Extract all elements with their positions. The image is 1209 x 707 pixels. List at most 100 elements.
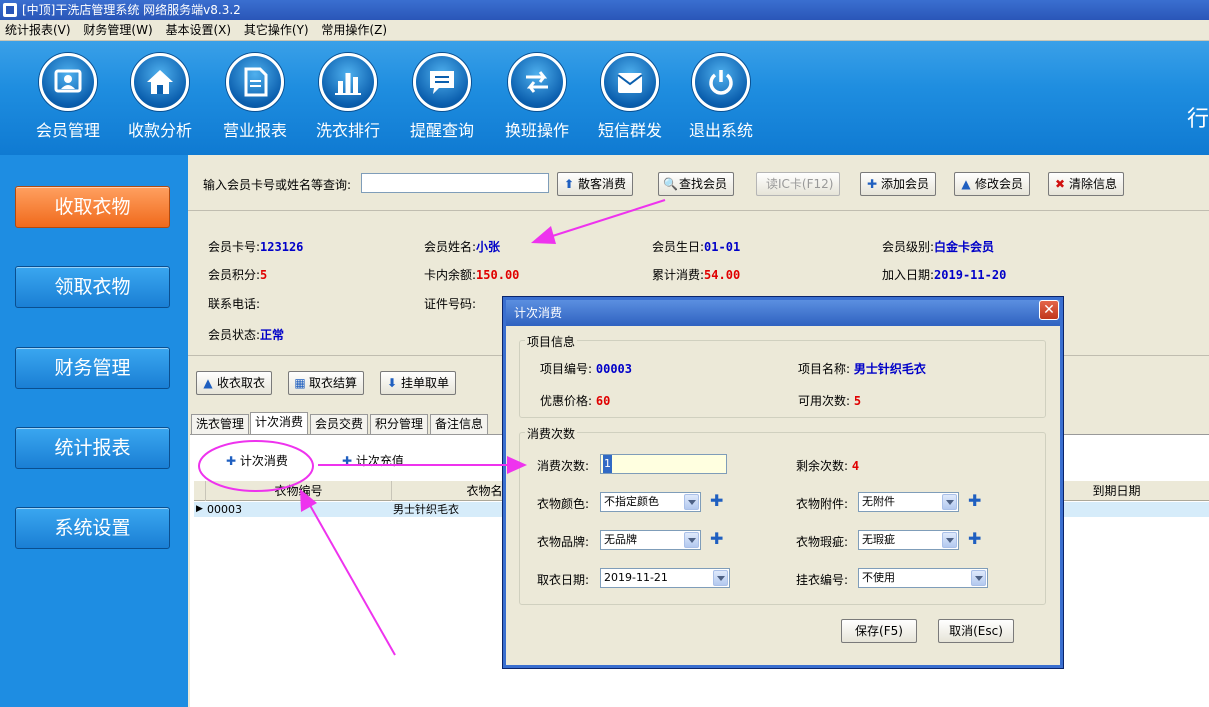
document-icon: [244, 67, 268, 97]
sidebar-item-settings[interactable]: 系统设置: [15, 507, 170, 549]
clear-info-button[interactable]: ✖ 清除信息: [1048, 172, 1125, 196]
member-status-field: 会员状态:正常: [208, 328, 285, 342]
settle-button[interactable]: ▦ 取衣结算: [288, 371, 365, 395]
arrow-down-icon: ⬇: [386, 376, 398, 390]
sidebar-item-collect[interactable]: 领取衣物: [15, 266, 170, 308]
read-ic-button[interactable]: 读IC卡(F12): [756, 172, 841, 196]
count-label: 消费次数:: [537, 459, 590, 473]
member-total-field: 累计消费:54.00: [652, 268, 741, 282]
walkin-button[interactable]: ⬆ 散客消费: [557, 172, 634, 196]
plus-icon: ✚: [226, 454, 237, 468]
find-member-button[interactable]: 🔍查找会员: [658, 172, 735, 196]
color-select[interactable]: 不指定颜色: [600, 492, 701, 512]
member-points-field: 会员积分:5: [208, 268, 268, 282]
save-button[interactable]: 保存(F5): [841, 619, 917, 643]
title-bar: [中顶]干洗店管理系统 网络服务端v8.3.2: [0, 0, 1209, 20]
edit-member-button[interactable]: ▲ 修改会员: [954, 172, 1031, 196]
menu-item-reports[interactable]: 统计报表(V): [0, 20, 75, 41]
member-icon: [54, 69, 82, 93]
toolbar-sms-button[interactable]: 短信群发: [590, 53, 670, 141]
chevron-down-icon: [942, 532, 957, 548]
window-title: [中顶]干洗店管理系统 网络服务端v8.3.2: [22, 3, 241, 17]
pickup-date-picker[interactable]: 2019-11-21: [600, 568, 730, 588]
tab-laundry[interactable]: 洗衣管理: [191, 414, 250, 434]
item-code-field: 项目编号: 00003: [540, 362, 632, 376]
close-icon: ✖: [1054, 177, 1066, 191]
menu-bar: 统计报表(V) 财务管理(W) 基本设置(X) 其它操作(Y) 常用操作(Z): [0, 20, 1209, 41]
dialog-title: 计次消费: [506, 300, 1060, 326]
sidebar-item-receive[interactable]: 收取衣物: [15, 186, 170, 228]
close-icon[interactable]: ✕: [1039, 300, 1059, 320]
add-member-button[interactable]: ✚ 添加会员: [860, 172, 937, 196]
count-recharge-button[interactable]: ✚ 计次充值: [342, 452, 404, 469]
member-joined-field: 加入日期:2019-11-20: [882, 268, 1007, 282]
menu-item-settings[interactable]: 基本设置(X): [160, 20, 235, 41]
toolbar-reminder-button[interactable]: 提醒查询: [402, 53, 482, 141]
divider: [188, 210, 1209, 211]
remaining-field: 剩余次数: 4: [796, 459, 860, 473]
accessory-select[interactable]: 无附件: [858, 492, 959, 512]
count-consume-dialog: 计次消费 ✕ 项目信息 项目编号: 00003 项目名称: 男士针织毛衣 优惠价…: [502, 296, 1064, 669]
app-icon: [3, 3, 17, 17]
search-input[interactable]: [361, 173, 549, 193]
member-name-field: 会员姓名:小张: [424, 240, 501, 254]
count-input[interactable]: 1: [600, 454, 727, 474]
message-icon: [430, 71, 454, 94]
toolbar-revenue-button[interactable]: 收款分析: [120, 53, 200, 141]
member-birthday-field: 会员生日:01-01: [652, 240, 741, 254]
item-info-group: 项目信息 项目编号: 00003 项目名称: 男士针织毛衣 优惠价格: 60 可…: [519, 333, 1046, 418]
cancel-button[interactable]: 取消(Esc): [938, 619, 1014, 643]
hold-order-button[interactable]: ⬇ 挂单取单: [380, 371, 457, 395]
tab-notes[interactable]: 备注信息: [430, 414, 489, 434]
column-header[interactable]: 衣物编号: [206, 481, 392, 501]
hang-number-select[interactable]: 不使用: [858, 568, 988, 588]
toolbar-shift-button[interactable]: 换班操作: [497, 53, 577, 141]
consume-count-group: 消费次数 消费次数: 1 剩余次数: 4 衣物颜色: 不指定颜色 ✚ 衣物附件:…: [519, 425, 1046, 605]
defect-select[interactable]: 无瑕疵: [858, 530, 959, 550]
member-phone-label: 联系电话:: [208, 297, 261, 311]
color-label: 衣物颜色:: [537, 497, 590, 511]
bar-chart-icon: [335, 73, 361, 95]
menu-item-other[interactable]: 其它操作(Y): [239, 20, 313, 41]
chevron-down-icon: [684, 494, 699, 510]
sidebar-item-finance[interactable]: 财务管理: [15, 347, 170, 389]
chevron-down-icon: [713, 570, 728, 586]
row-pointer-icon: ▶: [196, 504, 203, 514]
brand-select[interactable]: 无品牌: [600, 530, 701, 550]
member-id-label: 证件号码:: [424, 297, 477, 311]
add-color-icon[interactable]: ✚: [710, 493, 723, 509]
sidebar: 收取衣物 领取衣物 财务管理 统计报表 系统设置: [0, 155, 188, 707]
inbox-icon: [617, 73, 643, 93]
toolbar-exit-button[interactable]: 退出系统: [681, 53, 761, 141]
swap-icon: [526, 71, 548, 93]
row-indicator-header: [194, 481, 206, 501]
tab-points[interactable]: 积分管理: [370, 414, 429, 434]
toolbar-right-text: 行: [1186, 107, 1209, 132]
pickup-date-label: 取衣日期:: [537, 573, 590, 587]
receive-collect-button[interactable]: ▲ 收衣取衣: [196, 371, 273, 395]
search-label: 输入会员卡号或姓名等查询:: [203, 178, 352, 192]
triangle-up-icon: ▲: [961, 177, 971, 191]
hang-number-label: 挂衣编号:: [796, 573, 849, 587]
toolbar-report-button[interactable]: 营业报表: [215, 53, 295, 141]
add-brand-icon[interactable]: ✚: [710, 531, 723, 547]
chevron-down-icon: [971, 570, 986, 586]
toolbar-ranking-button[interactable]: 洗衣排行: [308, 53, 388, 141]
toolbar-member-button[interactable]: 会员管理: [28, 53, 108, 141]
item-price-field: 优惠价格: 60: [540, 394, 611, 408]
tab-count-consume[interactable]: 计次消费: [250, 412, 309, 435]
menu-item-finance[interactable]: 财务管理(W): [78, 20, 156, 41]
chevron-down-icon: [684, 532, 699, 548]
tab-member-fee[interactable]: 会员交费: [310, 414, 369, 434]
count-consume-button[interactable]: ✚ 计次消费: [226, 452, 288, 469]
defect-label: 衣物瑕疵:: [796, 535, 849, 549]
accessory-label: 衣物附件:: [796, 497, 849, 511]
arrow-up-icon: ⬆: [563, 177, 575, 191]
add-accessory-icon[interactable]: ✚: [968, 493, 981, 509]
sidebar-item-reports[interactable]: 统计报表: [15, 427, 170, 469]
home-icon: [147, 70, 173, 94]
plus-icon: ✚: [866, 177, 878, 191]
add-defect-icon[interactable]: ✚: [968, 531, 981, 547]
menu-item-common[interactable]: 常用操作(Z): [316, 20, 391, 41]
member-level-field: 会员级别:白金卡会员: [882, 240, 995, 254]
